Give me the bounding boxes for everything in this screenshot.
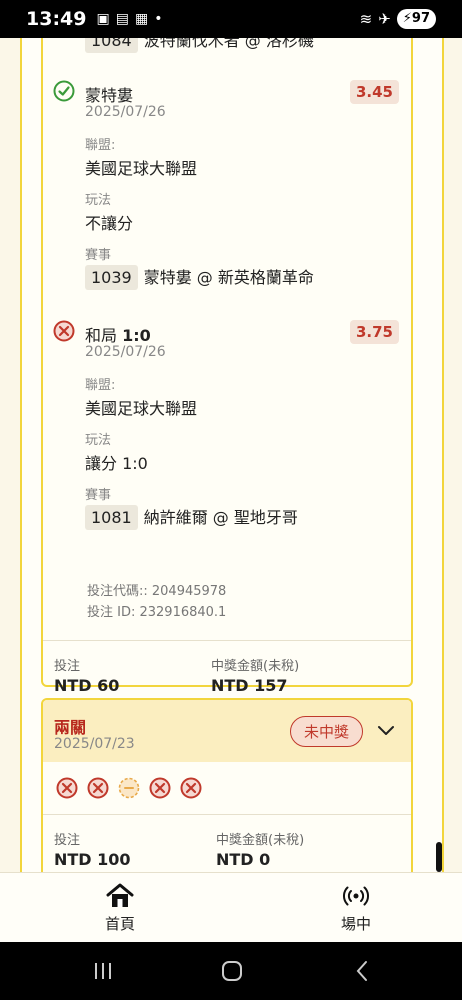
wifi-icon: ≋ (359, 10, 373, 28)
nav-label-live: 場中 (340, 915, 371, 933)
divider (43, 814, 411, 815)
parlay-title: 兩關 (54, 718, 87, 737)
screenshot-icon: ▣ (96, 11, 110, 27)
card-header[interactable]: 兩關 2025/07/23 未中獎 (43, 700, 411, 762)
lose-x-icon (180, 777, 202, 799)
stake-label: 投注 (54, 659, 81, 674)
play-type-label: 玩法 (85, 433, 112, 448)
bet-leg: 1084 波特蘭伐木者 @ 洛杉磯 (43, 38, 411, 60)
bet-history-list[interactable]: 1084 波特蘭伐木者 @ 洛杉磯 蒙特婁 2025/07/26 3.45 聯盟:… (0, 38, 462, 872)
status-badge: 未中獎 (289, 716, 363, 747)
bet-codes: 投注代碼:: 204945978 投注 ID: 232916840.1 (87, 581, 226, 623)
event-label: 賽事 (85, 248, 112, 263)
event-label: 賽事 (85, 488, 112, 503)
league-value: 美國足球大聯盟 (85, 399, 198, 418)
divider (43, 640, 411, 641)
stake-value: NTD 60 (54, 676, 120, 695)
bet-card: 1084 波特蘭伐木者 @ 洛杉磯 蒙特婁 2025/07/26 3.45 聯盟:… (41, 38, 413, 695)
league-label: 聯盟: (85, 138, 116, 153)
scrollbar-thumb[interactable] (436, 842, 442, 872)
bet-leg: 蒙特婁 2025/07/26 3.45 聯盟: 美國足球大聯盟 玩法 不讓分 賽… (43, 80, 411, 320)
live-broadcast-icon (343, 886, 369, 906)
bet-id: 投注 ID: 232916840.1 (87, 605, 227, 620)
status-bar: 13:49 ▣ ▤ ▦ • ≋ ✈ ⚡97 (0, 0, 462, 38)
selection-name: 蒙特婁 (85, 86, 134, 105)
event-name: 波特蘭伐木者 @ 洛杉磯 (143, 38, 314, 50)
battery-indicator: ⚡97 (396, 9, 436, 29)
system-icons: ≋ ✈ ⚡97 (360, 9, 436, 29)
payout-value: NTD 0 (216, 850, 271, 869)
airplane-icon: ✈ (378, 10, 391, 28)
leg-date: 2025/07/26 (85, 104, 166, 120)
back-icon[interactable] (350, 958, 376, 984)
nav-item-home[interactable]: 首頁 (70, 881, 170, 934)
nav-item-live[interactable]: 場中 (306, 881, 406, 934)
event-info: 1039 蒙特婁 @ 新英格蘭革命 (85, 264, 314, 290)
selection-title: 和局 1:0 (85, 322, 151, 346)
void-dash-icon (118, 777, 140, 799)
win-check-icon (53, 80, 75, 102)
selection-name: 和局 (85, 326, 118, 345)
event-name: 蒙特婁 @ 新英格蘭革命 (143, 268, 314, 287)
play-type-value: 讓分 1:0 (85, 454, 148, 473)
status-time: 13:49 (26, 8, 87, 30)
event-number: 1039 (85, 265, 138, 290)
bet-card-parlay[interactable]: 兩關 2025/07/23 未中獎 投注 NTD 100 中獎金額(未稅) NT… (41, 698, 413, 872)
lose-x-icon (56, 777, 78, 799)
dot-icon: • (154, 11, 163, 27)
recent-apps-icon[interactable] (90, 958, 116, 984)
bottom-nav: 首頁 場中 (0, 872, 462, 942)
chevron-down-icon[interactable] (377, 722, 395, 740)
bet-leg: 和局 1:0 2025/07/26 3.75 聯盟: 美國足球大聯盟 玩法 讓分… (43, 320, 411, 560)
selection-score: 1:0 (122, 326, 151, 345)
event-info: 1081 納許維爾 @ 聖地牙哥 (85, 504, 298, 530)
event-number: 1084 (85, 38, 138, 53)
payout-value: NTD 157 (211, 676, 288, 695)
league-value: 美國足球大聯盟 (85, 159, 198, 178)
shopping-icon: ▦ (134, 11, 149, 27)
lose-x-icon (149, 777, 171, 799)
selection-title: 蒙特婁 (85, 82, 133, 106)
lose-x-icon (53, 320, 75, 342)
leg-results (56, 777, 202, 799)
nav-label-home: 首頁 (104, 915, 135, 933)
odds-badge: 3.45 (349, 80, 399, 104)
odds-badge: 3.75 (349, 320, 399, 344)
event-number: 1081 (85, 505, 138, 530)
event-info: 1084 波特蘭伐木者 @ 洛杉磯 (85, 38, 314, 53)
file-icon: ▤ (115, 11, 129, 27)
play-type-value: 不讓分 (85, 214, 134, 233)
notification-icons: ▣ ▤ ▦ • (96, 11, 162, 27)
leg-date: 2025/07/26 (85, 344, 166, 360)
stake-value: NTD 100 (54, 850, 131, 869)
stake-label: 投注 (54, 833, 81, 848)
lose-x-icon (87, 777, 109, 799)
home-icon (106, 883, 134, 907)
battery-level: 97 (411, 11, 430, 26)
bet-code: 投注代碼:: 204945978 (87, 584, 227, 599)
play-type-label: 玩法 (85, 193, 112, 208)
payout-label: 中獎金額(未稅) (211, 659, 300, 674)
event-name: 納許維爾 @ 聖地牙哥 (143, 508, 298, 527)
payout-label: 中獎金額(未稅) (216, 833, 305, 848)
system-navigation-bar (0, 942, 462, 1000)
parlay-date: 2025/07/23 (54, 736, 135, 752)
league-label: 聯盟: (85, 378, 116, 393)
home-button-icon[interactable] (219, 958, 245, 984)
